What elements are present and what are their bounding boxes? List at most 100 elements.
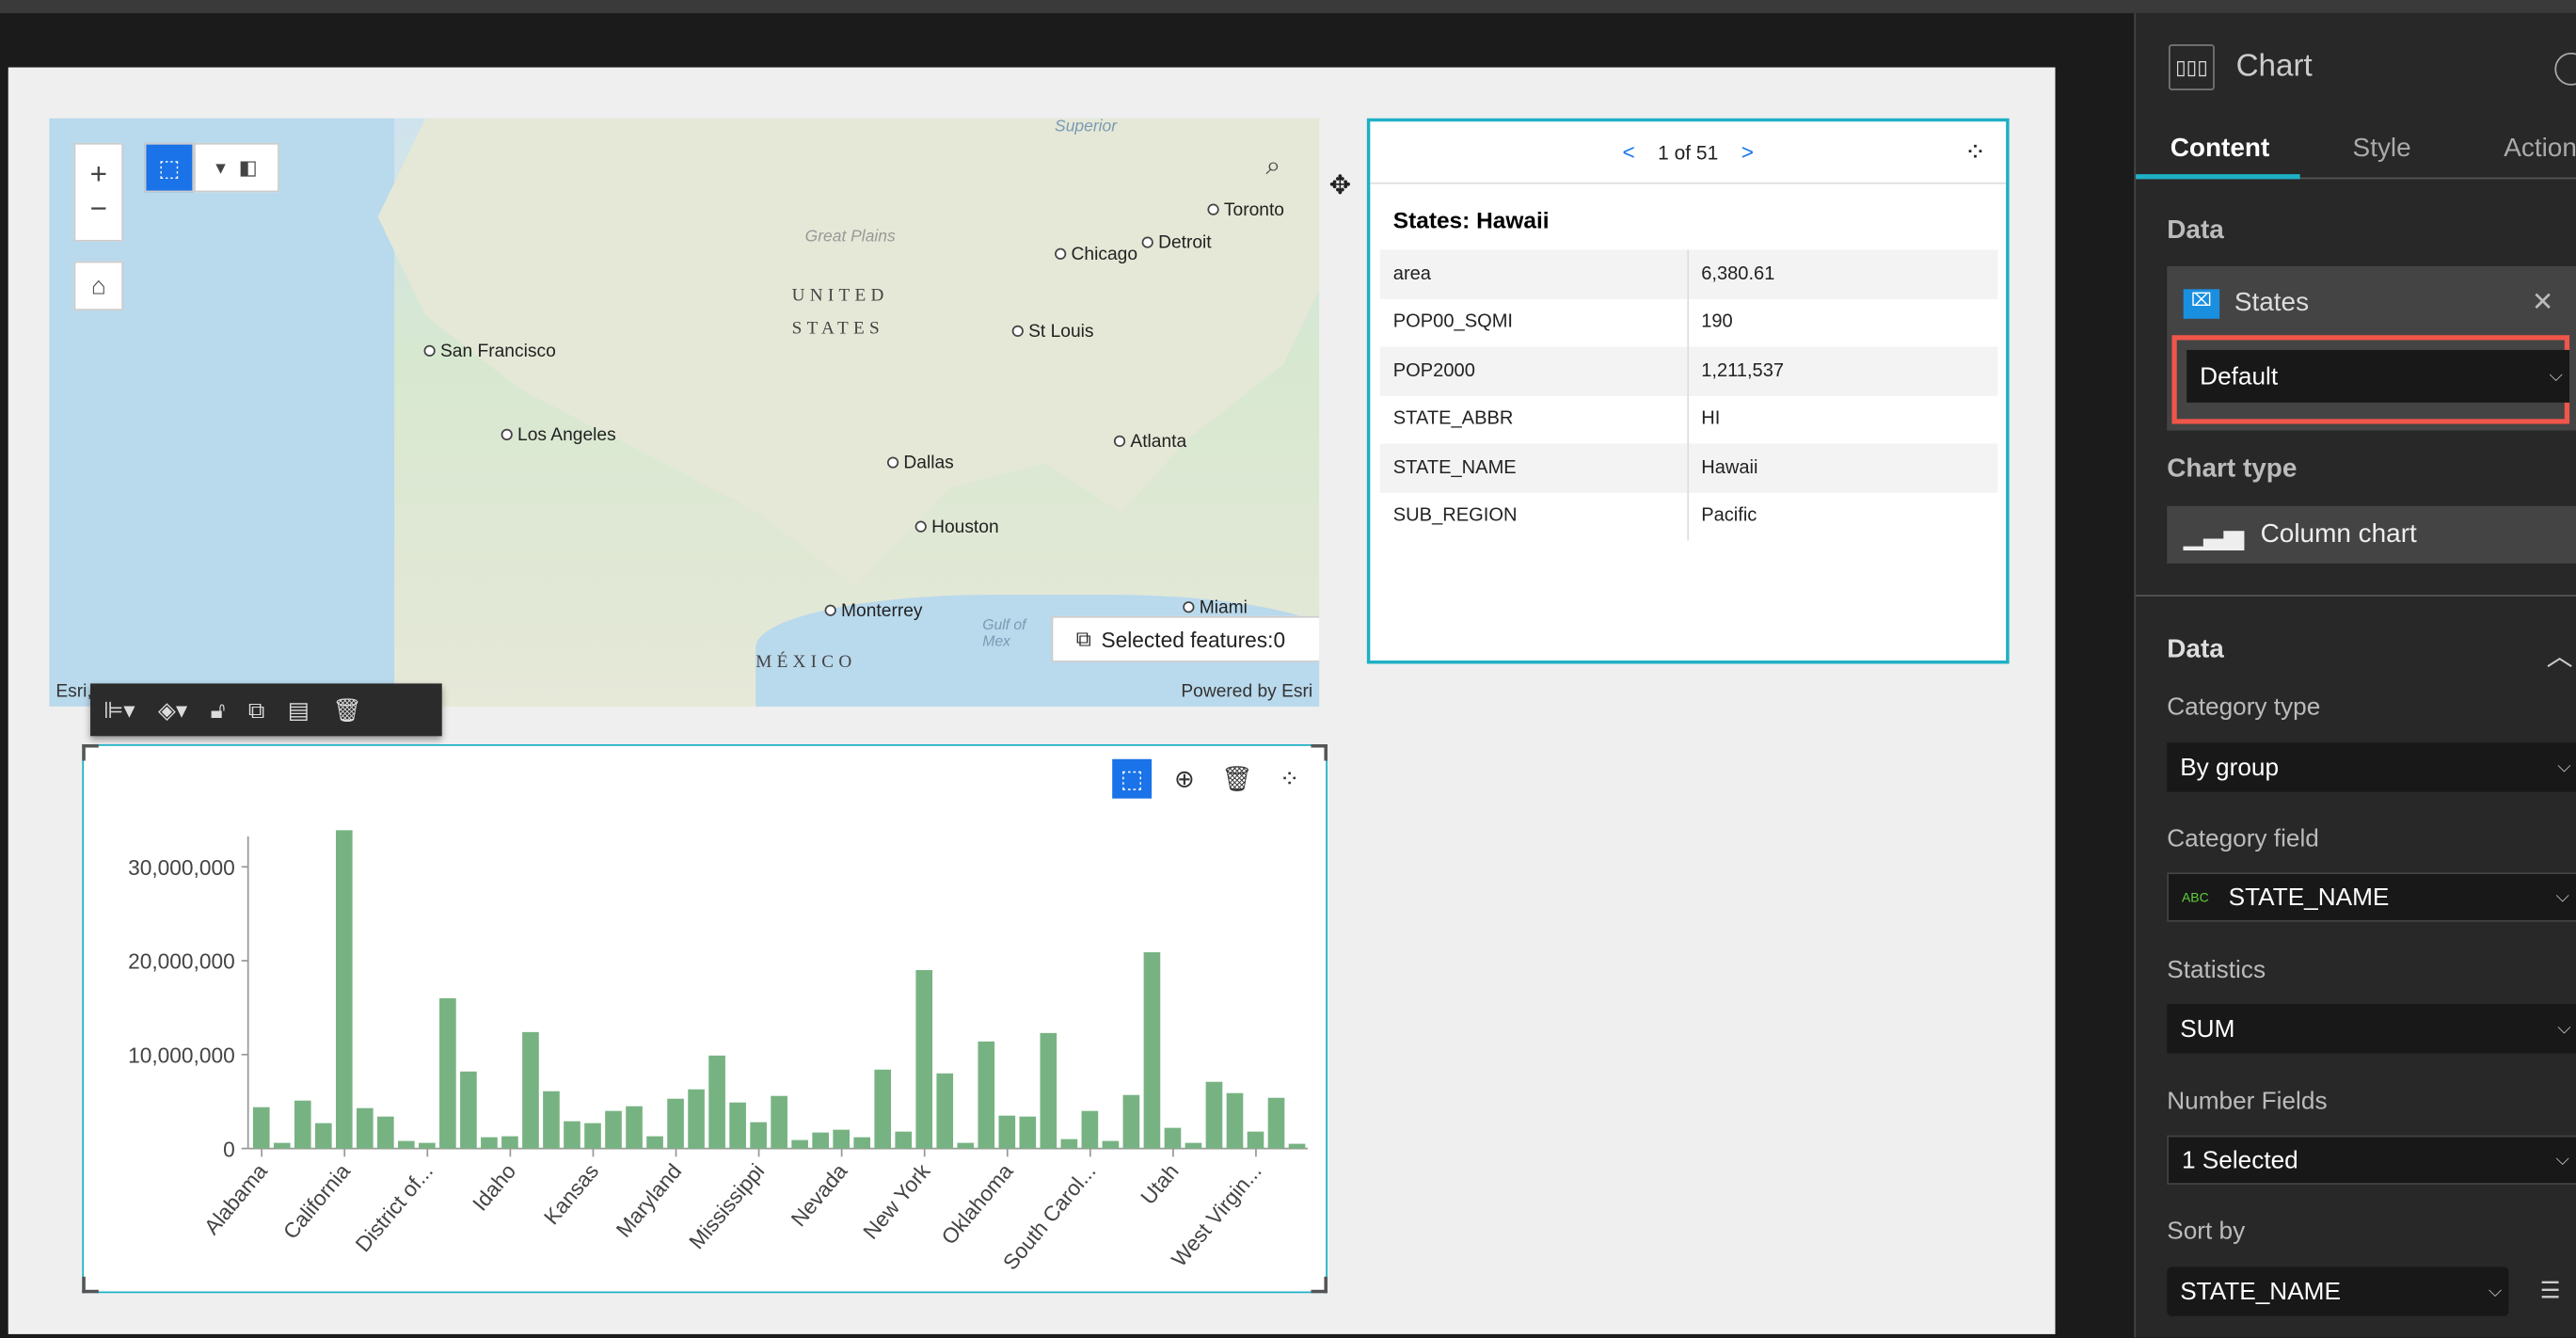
bar[interactable]: [812, 1132, 829, 1149]
bar[interactable]: [1102, 1140, 1120, 1149]
selected-features-button[interactable]: ⧉ Selected features:0: [1051, 615, 1320, 662]
bar[interactable]: [501, 1136, 518, 1149]
view-select[interactable]: Default ⌵: [2186, 349, 2570, 403]
bar[interactable]: [252, 1107, 270, 1149]
top-bar: [0, 0, 2576, 13]
bar[interactable]: [1143, 952, 1161, 1149]
chart-type-select[interactable]: ▁▃▅ Column chart: [2167, 505, 2576, 564]
bar[interactable]: [398, 1140, 415, 1149]
bar[interactable]: [626, 1106, 643, 1149]
bar[interactable]: [564, 1121, 580, 1149]
bar[interactable]: [895, 1131, 913, 1149]
bar[interactable]: [688, 1089, 705, 1149]
y-tick-label: 20,000,000: [128, 949, 235, 974]
chart-type-label: Chart type: [2167, 454, 2298, 484]
number-fields-select[interactable]: 1 Selected ⌵: [2167, 1135, 2576, 1186]
bar[interactable]: [833, 1129, 851, 1149]
country-label: UNITED: [791, 285, 889, 306]
help-icon[interactable]: [2554, 52, 2576, 86]
tab-action[interactable]: Action: [2504, 135, 2576, 164]
bar[interactable]: [957, 1142, 975, 1149]
bar[interactable]: [915, 970, 933, 1149]
sort-order-icon[interactable]: ☰: [2540, 1277, 2561, 1305]
chevron-down-icon: ⌵: [2555, 1149, 2570, 1170]
home-button[interactable]: ⌂: [73, 261, 123, 311]
sort-by-select[interactable]: STATE_NAME ⌵: [2167, 1266, 2509, 1316]
bar[interactable]: [1205, 1081, 1223, 1149]
map-widget[interactable]: Toronto Chicago Detroit San Francisco St…: [49, 118, 1320, 707]
bar[interactable]: [1122, 1094, 1140, 1149]
copy-icon[interactable]: ▤: [288, 696, 310, 725]
bar[interactable]: [646, 1136, 663, 1149]
bar[interactable]: [273, 1142, 291, 1149]
bar[interactable]: [481, 1137, 498, 1149]
bar[interactable]: [522, 1031, 539, 1149]
bar[interactable]: [1288, 1143, 1306, 1149]
x-tick-label: Idaho: [468, 1159, 520, 1216]
bar[interactable]: [335, 830, 353, 1149]
bar[interactable]: [1040, 1032, 1057, 1149]
bar[interactable]: [978, 1041, 995, 1149]
bar[interactable]: [294, 1100, 311, 1149]
bar[interactable]: [729, 1102, 746, 1149]
select-tool-button[interactable]: ⬚: [144, 142, 195, 193]
bar[interactable]: [708, 1055, 725, 1149]
bar[interactable]: [1060, 1139, 1078, 1149]
attribute-row: POP2000 1,211,537: [1379, 346, 1998, 395]
bar[interactable]: [998, 1115, 1016, 1149]
search-icon[interactable]: ⌕: [1248, 143, 1297, 192]
bar[interactable]: [314, 1123, 332, 1149]
selected-features-label: Selected features:0: [1101, 627, 1286, 652]
x-tick-label: District of...: [350, 1159, 437, 1257]
move-handle-icon[interactable]: ✥: [1329, 169, 1351, 202]
delete-icon[interactable]: 🗑︎: [332, 696, 361, 725]
number-fields-label: Number Fields: [2167, 1087, 2328, 1116]
bar[interactable]: [439, 997, 456, 1149]
powered-by[interactable]: Powered by Esri: [1181, 682, 1312, 702]
x-tick-label: Utah: [1136, 1159, 1184, 1209]
duplicate-icon[interactable]: ⧉: [248, 696, 264, 725]
unlock-icon[interactable]: 🔓︎: [211, 696, 226, 725]
more-options-icon[interactable]: ⁘: [1964, 135, 1986, 168]
statistics-select[interactable]: SUM ⌵: [2167, 1003, 2576, 1054]
bar[interactable]: [419, 1142, 436, 1149]
attribute-row: area 6,380.61: [1379, 249, 1998, 298]
chevron-up-icon[interactable]: ︿: [2547, 634, 2573, 674]
next-button[interactable]: >: [1741, 139, 1754, 164]
column-chart: 0 10,000,000 20,000,000 30,000,000 Alabama Ca…: [128, 830, 1308, 1275]
bar[interactable]: [356, 1107, 374, 1149]
bar[interactable]: [543, 1091, 560, 1149]
bar[interactable]: [1247, 1131, 1264, 1149]
category-type-select[interactable]: By group ⌵: [2167, 742, 2576, 792]
bar[interactable]: [1185, 1142, 1202, 1149]
prev-button[interactable]: <: [1622, 139, 1634, 164]
category-field-select[interactable]: ABC STATE_NAME ⌵: [2167, 872, 2576, 922]
zoom-in-button[interactable]: +: [90, 158, 107, 193]
bar[interactable]: [750, 1122, 767, 1149]
bar[interactable]: [605, 1110, 622, 1149]
bar[interactable]: [853, 1137, 871, 1149]
bar[interactable]: [460, 1071, 477, 1149]
bar[interactable]: [667, 1098, 684, 1149]
bar[interactable]: [874, 1069, 892, 1149]
bar[interactable]: [1019, 1116, 1037, 1149]
bar[interactable]: [377, 1116, 394, 1149]
bar[interactable]: [936, 1073, 954, 1149]
city-label: Monterrey: [825, 601, 922, 621]
chart-widget[interactable]: ⬚ ⊕ 🗑︎ ⁘ 0 10,000,000 20,000,000 30,000,000…: [82, 744, 1328, 1294]
bar[interactable]: [771, 1095, 787, 1149]
remove-source-icon[interactable]: ✕: [2532, 286, 2553, 319]
bar[interactable]: [1267, 1097, 1285, 1149]
bar[interactable]: [1164, 1127, 1182, 1149]
tab-style[interactable]: Style: [2353, 135, 2411, 164]
bar[interactable]: [1226, 1092, 1244, 1149]
bar[interactable]: [1081, 1110, 1099, 1149]
layers-icon[interactable]: ◈▾: [158, 696, 187, 725]
tab-content[interactable]: Content: [2171, 135, 2270, 164]
x-tick-label: Nevada: [786, 1158, 851, 1231]
bar[interactable]: [791, 1139, 808, 1149]
select-options-button[interactable]: ▾ ◧: [194, 142, 279, 193]
zoom-out-button[interactable]: −: [90, 192, 107, 227]
align-icon[interactable]: ⊫▾: [103, 696, 135, 725]
bar[interactable]: [584, 1123, 601, 1149]
